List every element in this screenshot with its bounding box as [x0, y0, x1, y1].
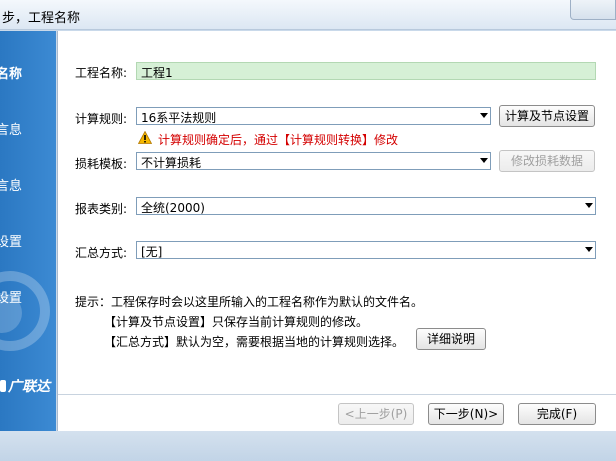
warning-text: 计算规则确定后，通过【计算规则转换】修改 — [158, 133, 399, 147]
step-other-settings: 设置 — [0, 291, 23, 306]
edit-loss-data-button[interactable]: 修改损耗数据 — [499, 150, 595, 172]
project-name-input[interactable]: 工程1 — [136, 62, 596, 80]
loss-template-select[interactable]: 不计算损耗 — [136, 152, 491, 170]
calc-rule-label: 计算规则: — [75, 112, 128, 126]
brand-logo: 广联达 — [0, 376, 56, 396]
wizard-steps-panel: 名称 言息 言息 设置 设置 广联达 — [0, 31, 56, 431]
warning-icon — [138, 131, 152, 144]
summary-method-select[interactable]: [无] — [136, 241, 596, 259]
calc-node-settings-button[interactable]: 计算及节点设置 — [499, 105, 595, 127]
report-type-label: 报表类别: — [75, 202, 128, 216]
step-project-info: 言息 — [0, 123, 23, 138]
calc-rule-select[interactable]: 16系平法规则 — [136, 107, 491, 125]
chevron-down-icon — [585, 203, 593, 208]
brand-name: 广联达 — [8, 379, 50, 395]
prev-step-button[interactable]: <上一步(P) — [338, 403, 414, 425]
project-name-label: 工程名称: — [75, 66, 128, 80]
summary-method-label: 汇总方式: — [75, 246, 128, 260]
calc-rule-value: 16系平法规则 — [141, 111, 217, 125]
loss-template-label: 损耗模板: — [75, 157, 128, 171]
chevron-down-icon — [480, 113, 488, 118]
step-floor-settings: 设置 — [0, 235, 23, 250]
chevron-down-icon — [480, 158, 488, 163]
next-step-button[interactable]: 下一步(N)> — [428, 403, 504, 425]
step-build-info: 言息 — [0, 179, 23, 194]
summary-method-value: [无] — [141, 245, 163, 259]
window-bottom-border — [0, 431, 616, 461]
report-type-value: 全统(2000) — [141, 201, 205, 215]
hint-line-3: 【汇总方式】默认为空，需要根据当地的计算规则选择。 — [104, 335, 405, 349]
window-title: 步，工程名称 — [2, 11, 81, 26]
chevron-down-icon — [585, 247, 593, 252]
finish-button[interactable]: 完成(F) — [518, 403, 596, 425]
footer-divider — [58, 394, 616, 395]
hint-line-1: 提示：工程保存时会以这里所输入的工程名称作为默认的文件名。 — [75, 295, 424, 309]
title-bar: 步，工程名称 — [0, 0, 616, 30]
report-type-select[interactable]: 全统(2000) — [136, 197, 596, 215]
close-button[interactable] — [570, 0, 616, 20]
loss-template-value: 不计算损耗 — [141, 156, 202, 170]
step-project-name: 名称 — [0, 67, 23, 82]
brand-mark-icon — [0, 380, 6, 392]
details-button[interactable]: 详细说明 — [416, 328, 486, 350]
hint-line-2: 【计算及节点设置】只保存当前计算规则的修改。 — [104, 315, 369, 329]
wizard-content: 工程名称: 工程1 计算规则: 16系平法规则 计算及节点设置 计算规则确定后，… — [57, 31, 616, 431]
